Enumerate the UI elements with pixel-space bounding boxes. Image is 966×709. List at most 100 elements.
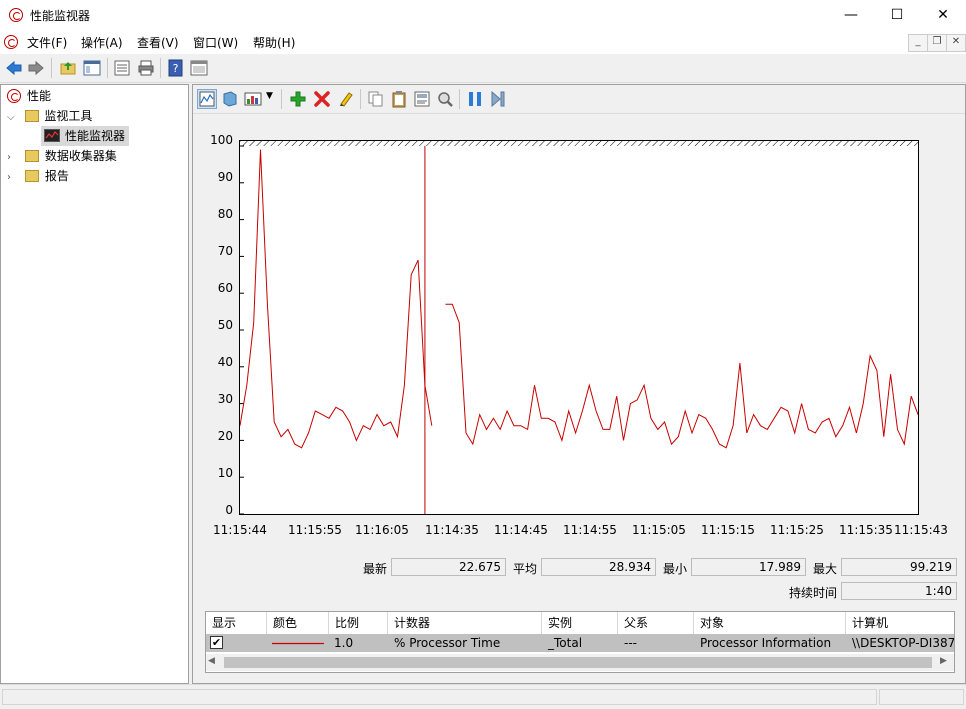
x-tick-label: 11:15:15 [701,523,755,537]
menu-help[interactable]: 帮助(H) [253,34,295,51]
y-tick-label: 50 [217,318,233,332]
x-tick-label: 11:14:55 [563,523,617,537]
update-data-icon[interactable] [489,90,507,108]
stat-max-label: 最大 [813,562,838,576]
copy-properties-icon[interactable] [367,90,385,108]
view-log-data-icon[interactable] [221,90,239,108]
folder-icon [25,110,39,122]
y-tick-label: 90 [217,170,233,184]
line-chart[interactable] [239,140,919,515]
folder-icon [25,150,39,162]
x-tick-label: 11:15:44 [213,523,267,537]
instance-cell: _Total [548,636,583,650]
stat-avg-value: 28.934 [541,558,656,576]
toolbar-separator [51,58,52,78]
help-icon[interactable]: ? [167,59,185,77]
graph-toolbar: ▼ [193,85,965,114]
tree-item-performance-monitor[interactable]: 性能监视器 [41,126,130,146]
up-folder-icon[interactable] [59,59,77,77]
status-bar [0,684,966,709]
properties-icon[interactable] [113,59,131,77]
menu-view[interactable]: 查看(V) [137,34,179,51]
overflow-hatch-band [240,141,918,146]
x-tick-label: 11:14:35 [425,523,479,537]
horizontal-scrollbar[interactable]: ◀ ▶ [206,654,954,671]
parent-cell: --- [624,636,637,650]
scroll-left-icon[interactable]: ◀ [208,656,215,666]
stat-max-value: 99.219 [841,558,957,576]
menu-action[interactable]: 操作(A) [81,34,123,51]
counter-cell: % Processor Time [394,636,501,650]
scroll-right-icon[interactable]: ▶ [940,656,947,666]
y-tick-label: 20 [217,429,233,443]
dropdown-arrow-icon[interactable]: ▼ [266,91,273,101]
tree-item-label: 性能 [27,89,52,103]
computer-cell: \\DESKTOP-DI387 [852,636,954,650]
toolbar-separator [459,89,460,109]
tree-item-monitoring-tools[interactable]: ⌵ 监视工具 [7,106,92,126]
mdi-restore-icon[interactable]: ❐ [927,34,947,52]
chevron-down-icon[interactable]: ⌵ [7,112,15,123]
chevron-right-icon[interactable]: › [7,152,11,163]
show-hide-tree-icon[interactable] [83,59,101,77]
column-header-counter[interactable]: 计数器 [388,612,542,634]
x-tick-label: 11:15:25 [770,523,824,537]
performance-icon [7,89,21,103]
scrollbar-thumb[interactable] [224,657,932,668]
status-panel [2,689,877,705]
stat-min-value: 17.989 [691,558,806,576]
chevron-right-icon[interactable]: › [7,172,11,183]
y-tick-label: 40 [217,355,233,369]
column-header-show[interactable]: 显示 [206,612,267,634]
column-header-computer[interactable]: 计算机 [846,612,954,634]
change-graph-type-icon[interactable] [244,90,262,108]
x-tick-label: 11:16:05 [355,523,409,537]
freeze-display-icon[interactable] [466,90,484,108]
tree-item-performance[interactable]: 性能 [5,86,51,106]
add-counter-icon[interactable] [289,90,307,108]
minimize-button[interactable]: — [828,0,874,30]
delete-counter-icon[interactable] [313,90,331,108]
column-header-scale[interactable]: 比例 [329,612,388,634]
main-toolbar: ? [0,54,966,83]
object-cell: Processor Information [700,636,832,650]
column-header-instance[interactable]: 实例 [542,612,618,634]
title-bar: 性能监视器 — ☐ ✕ [0,0,966,30]
menu-bar: 文件(F) 操作(A) 查看(V) 窗口(W) 帮助(H) _ ❐ ✕ [0,30,966,54]
forward-arrow-icon[interactable] [27,59,45,77]
counter-row[interactable]: ✔ 1.0 % Processor Time _Total --- Proces… [206,634,954,652]
y-axis: 100 90 80 70 60 50 40 30 20 10 0 [193,133,237,525]
view-graph-icon[interactable] [197,89,217,109]
x-tick-label: 11:15:43 [894,523,948,537]
tree-item-reports[interactable]: › 报告 [7,166,69,186]
x-axis: 11:15:44 11:15:55 11:16:05 11:14:35 11:1… [193,523,965,541]
column-header-parent[interactable]: 父系 [618,612,694,634]
y-tick-label: 0 [225,503,233,517]
print-icon[interactable] [137,59,155,77]
back-arrow-icon[interactable] [5,59,23,77]
tree-item-data-collector-sets[interactable]: › 数据收集器集 [7,146,117,166]
mmc-pane-icon[interactable] [190,59,208,77]
stat-avg-label: 平均 [513,562,538,576]
maximize-button[interactable]: ☐ [874,0,920,30]
close-button[interactable]: ✕ [920,0,966,30]
menu-file[interactable]: 文件(F) [27,34,67,51]
mdi-minimize-icon[interactable]: _ [908,34,928,52]
y-tick-label: 80 [217,207,233,221]
mdi-close-icon[interactable]: ✕ [946,34,966,52]
column-header-object[interactable]: 对象 [694,612,846,634]
scale-cell: 1.0 [334,636,354,650]
column-header-color[interactable]: 颜色 [267,612,329,634]
highlight-icon[interactable] [337,90,355,108]
toolbar-separator [360,89,361,109]
x-tick-label: 11:15:05 [632,523,686,537]
stat-min-label: 最小 [663,562,688,576]
x-tick-label: 11:15:55 [288,523,342,537]
tree-item-label: 性能监视器 [65,129,126,143]
show-checkbox[interactable]: ✔ [210,636,223,649]
properties-icon[interactable] [413,90,431,108]
menu-window[interactable]: 窗口(W) [193,34,238,51]
paste-counter-list-icon[interactable] [390,90,408,108]
system-menu-icon[interactable] [4,35,18,49]
zoom-icon[interactable] [436,90,454,108]
